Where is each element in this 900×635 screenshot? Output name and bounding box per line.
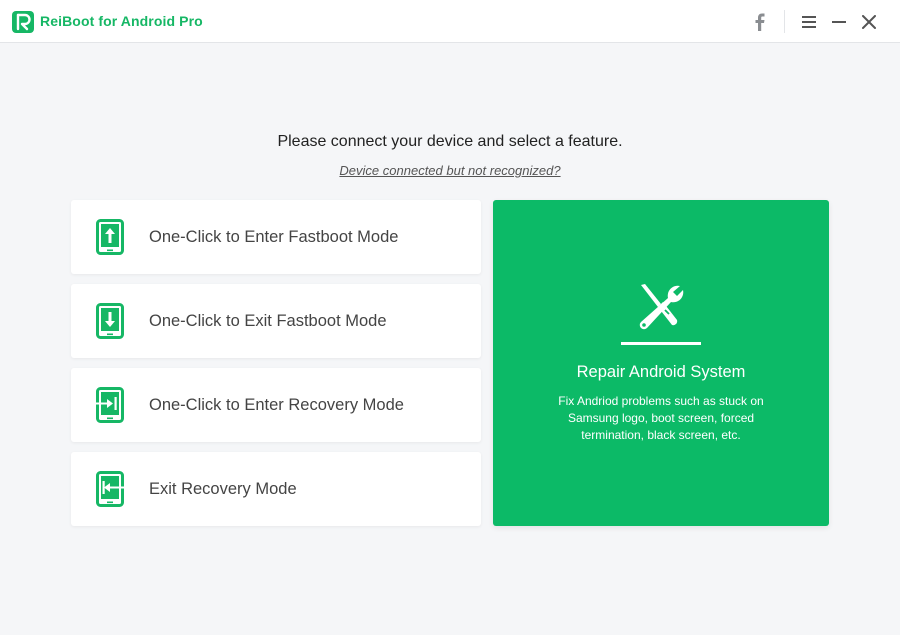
title-bar: ReiBoot for Android Pro: [0, 0, 900, 43]
enter-fastboot-button[interactable]: One-Click to Enter Fastboot Mode: [71, 200, 481, 274]
app-window: ReiBoot for Android Pro Please connect y…: [0, 0, 900, 635]
close-button[interactable]: [851, 0, 887, 43]
phone-arrow-out-icon: [96, 471, 124, 507]
facebook-button[interactable]: [742, 0, 778, 43]
option-label: One-Click to Exit Fastboot Mode: [149, 312, 387, 330]
wrench-screwdriver-icon: [639, 284, 684, 330]
repair-description: Fix Andriod problems such as stuck on Sa…: [558, 394, 764, 442]
page-prompt: Please connect your device and select a …: [277, 133, 623, 150]
facebook-icon: [755, 13, 765, 31]
phone-arrow-down-icon: [96, 303, 124, 339]
minimize-icon: [832, 20, 846, 23]
menu-icon: [802, 15, 816, 28]
repair-android-system-button[interactable]: Repair Android System Fix Andriod proble…: [493, 200, 829, 526]
phone-arrow-in-icon: [96, 387, 124, 423]
app-logo-icon: [12, 11, 34, 33]
option-label: One-Click to Enter Recovery Mode: [149, 396, 404, 414]
exit-fastboot-button[interactable]: One-Click to Exit Fastboot Mode: [71, 284, 481, 358]
enter-recovery-button[interactable]: One-Click to Enter Recovery Mode: [71, 368, 481, 442]
device-not-recognized-link[interactable]: Device connected but not recognized?: [0, 163, 900, 178]
phone-arrow-up-icon: [96, 219, 124, 255]
close-icon: [862, 14, 876, 29]
titlebar-divider: [784, 10, 785, 33]
option-label: Exit Recovery Mode: [149, 480, 297, 498]
repair-underline: [621, 342, 701, 345]
exit-recovery-button[interactable]: Exit Recovery Mode: [71, 452, 481, 526]
repair-title: Repair Android System: [576, 363, 746, 381]
option-label: One-Click to Enter Fastboot Mode: [149, 228, 399, 246]
app-title: ReiBoot for Android Pro: [40, 13, 203, 29]
